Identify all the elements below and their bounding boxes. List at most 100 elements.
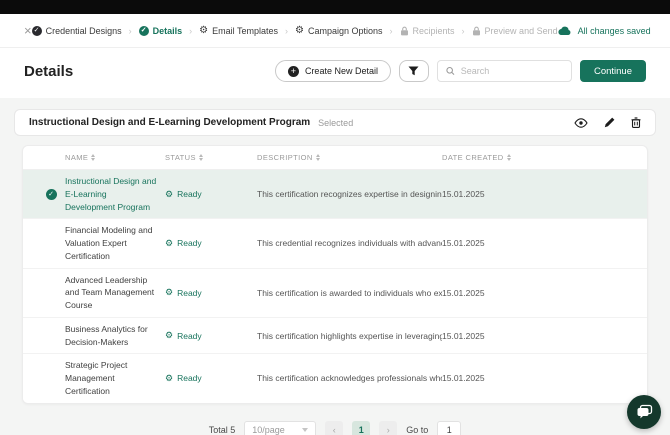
chat-widget-button[interactable]: [627, 395, 661, 429]
chevron-separator-icon: ›: [390, 26, 393, 36]
wizard-header: × ✓ Credential Designs › ✓ Details › ⚙ E…: [0, 14, 670, 48]
eye-icon: [574, 118, 588, 128]
page-size-value: 10/page: [252, 425, 285, 435]
step-label: Preview and Send: [485, 26, 558, 36]
sort-icon[interactable]: [91, 154, 95, 161]
status-gear-icon: ⚙: [165, 331, 173, 340]
row-date-created: 15.01.2025: [442, 373, 633, 383]
page-toolbar: Details + Create New Detail Continue: [0, 48, 670, 98]
row-status: ⚙ Ready: [165, 288, 257, 298]
save-status: All changes saved: [558, 26, 651, 36]
delete-button[interactable]: [631, 117, 641, 128]
status-label: Ready: [177, 331, 202, 341]
sort-icon[interactable]: [199, 154, 203, 161]
row-description: This certification acknowledges professi…: [257, 373, 442, 383]
column-header-description[interactable]: DESCRIPTION: [257, 153, 442, 162]
table-row[interactable]: ✓ Instructional Design and E-Learning De…: [23, 170, 647, 219]
row-status: ⚙ Ready: [165, 331, 257, 341]
row-name[interactable]: Advanced Leadership and Team Management …: [65, 274, 165, 312]
step-active-check-icon: ✓: [139, 26, 149, 36]
page-1-button[interactable]: 1: [352, 421, 370, 435]
goto-page-input[interactable]: [437, 421, 461, 435]
window-top-bar: [0, 0, 670, 14]
column-header-name[interactable]: NAME: [65, 153, 165, 162]
selected-detail-bar: Instructional Design and E-Learning Deve…: [14, 109, 656, 136]
main-content: Instructional Design and E-Learning Deve…: [0, 98, 670, 435]
column-header-date-created[interactable]: DATE CREATED: [442, 153, 633, 162]
step-credential-designs[interactable]: ✓ Credential Designs: [32, 26, 122, 36]
table-row[interactable]: ✓ Financial Modeling and Valuation Exper…: [23, 219, 647, 268]
step-campaign-options[interactable]: ⚙ Campaign Options: [295, 26, 383, 36]
step-label: Campaign Options: [308, 26, 383, 36]
trash-icon: [631, 117, 641, 128]
status-label: Ready: [177, 288, 202, 298]
step-preview-and-send[interactable]: Preview and Send: [472, 26, 558, 36]
sort-icon[interactable]: [507, 154, 511, 161]
selected-badge: Selected: [318, 118, 353, 128]
edit-button[interactable]: [604, 117, 615, 128]
table-row[interactable]: ✓ Business Analytics for Decision-Makers…: [23, 318, 647, 355]
prev-page-button[interactable]: ‹: [325, 421, 343, 435]
filter-button[interactable]: [399, 60, 429, 82]
selected-detail-title: Instructional Design and E-Learning Deve…: [29, 117, 310, 128]
page-title: Details: [24, 63, 73, 80]
column-header-label: DESCRIPTION: [257, 153, 313, 162]
step-details[interactable]: ✓ Details: [139, 26, 183, 36]
column-header-status[interactable]: STATUS: [165, 153, 257, 162]
filter-funnel-icon: [408, 66, 419, 77]
column-header-label: DATE CREATED: [442, 153, 504, 162]
status-gear-icon: ⚙: [165, 374, 173, 383]
status-label: Ready: [177, 238, 202, 248]
chevron-separator-icon: ›: [129, 26, 132, 36]
row-description: This certification is awarded to individ…: [257, 288, 442, 298]
sort-icon[interactable]: [316, 154, 320, 161]
row-date-created: 15.01.2025: [442, 238, 633, 248]
row-name[interactable]: Strategic Project Management Certificati…: [65, 359, 165, 397]
search-input[interactable]: [461, 66, 563, 76]
preview-button[interactable]: [574, 118, 588, 128]
step-label: Email Templates: [212, 26, 278, 36]
table-row[interactable]: ✓ Advanced Leadership and Team Managemen…: [23, 269, 647, 318]
wizard-stepper: ✓ Credential Designs › ✓ Details › ⚙ Ema…: [32, 26, 558, 36]
column-header-label: STATUS: [165, 153, 196, 162]
row-name[interactable]: Financial Modeling and Valuation Expert …: [65, 224, 165, 262]
row-description: This credential recognizes individuals w…: [257, 238, 442, 248]
details-table: NAME STATUS DESCRIPTION DATE CREATED ✓ I…: [22, 145, 648, 404]
chevron-separator-icon: ›: [285, 26, 288, 36]
step-recipients[interactable]: Recipients: [400, 26, 455, 36]
pagination-total: Total 5: [209, 425, 236, 435]
status-label: Ready: [177, 373, 202, 383]
status-gear-icon: ⚙: [165, 288, 173, 297]
step-label: Details: [153, 26, 183, 36]
table-row[interactable]: ✓ Strategic Project Management Certifica…: [23, 354, 647, 402]
create-new-detail-button[interactable]: + Create New Detail: [275, 60, 391, 82]
step-done-check-icon: ✓: [32, 26, 42, 36]
goto-label: Go to: [406, 425, 428, 435]
lock-icon: [400, 26, 409, 36]
status-label: Ready: [177, 189, 202, 199]
continue-button[interactable]: Continue: [580, 60, 646, 82]
chevron-separator-icon: ›: [189, 26, 192, 36]
page-size-select[interactable]: 10/page: [244, 421, 316, 435]
row-description: This certification recognizes expertise …: [257, 189, 442, 199]
step-email-templates[interactable]: ⚙ Email Templates: [199, 26, 278, 36]
close-icon[interactable]: ×: [24, 23, 32, 38]
next-page-button[interactable]: ›: [379, 421, 397, 435]
row-name[interactable]: Business Analytics for Decision-Makers: [65, 323, 165, 349]
toolbar-actions: + Create New Detail Continue: [275, 60, 646, 82]
chevron-down-icon: [302, 428, 308, 432]
save-status-label: All changes saved: [578, 26, 651, 36]
row-date-created: 15.01.2025: [442, 189, 633, 199]
table-body: ✓ Instructional Design and E-Learning De…: [23, 170, 647, 403]
chevron-separator-icon: ›: [462, 26, 465, 36]
row-name[interactable]: Instructional Design and E-Learning Deve…: [65, 175, 165, 213]
row-status: ⚙ Ready: [165, 373, 257, 383]
selected-detail-actions: [574, 117, 641, 128]
status-gear-icon: ⚙: [165, 239, 173, 248]
gear-icon: ⚙: [295, 26, 304, 36]
gear-icon: ⚙: [199, 26, 208, 36]
search-icon: [446, 66, 455, 76]
row-date-created: 15.01.2025: [442, 331, 633, 341]
row-status: ⚙ Ready: [165, 238, 257, 248]
table-header-row: NAME STATUS DESCRIPTION DATE CREATED: [23, 146, 647, 170]
